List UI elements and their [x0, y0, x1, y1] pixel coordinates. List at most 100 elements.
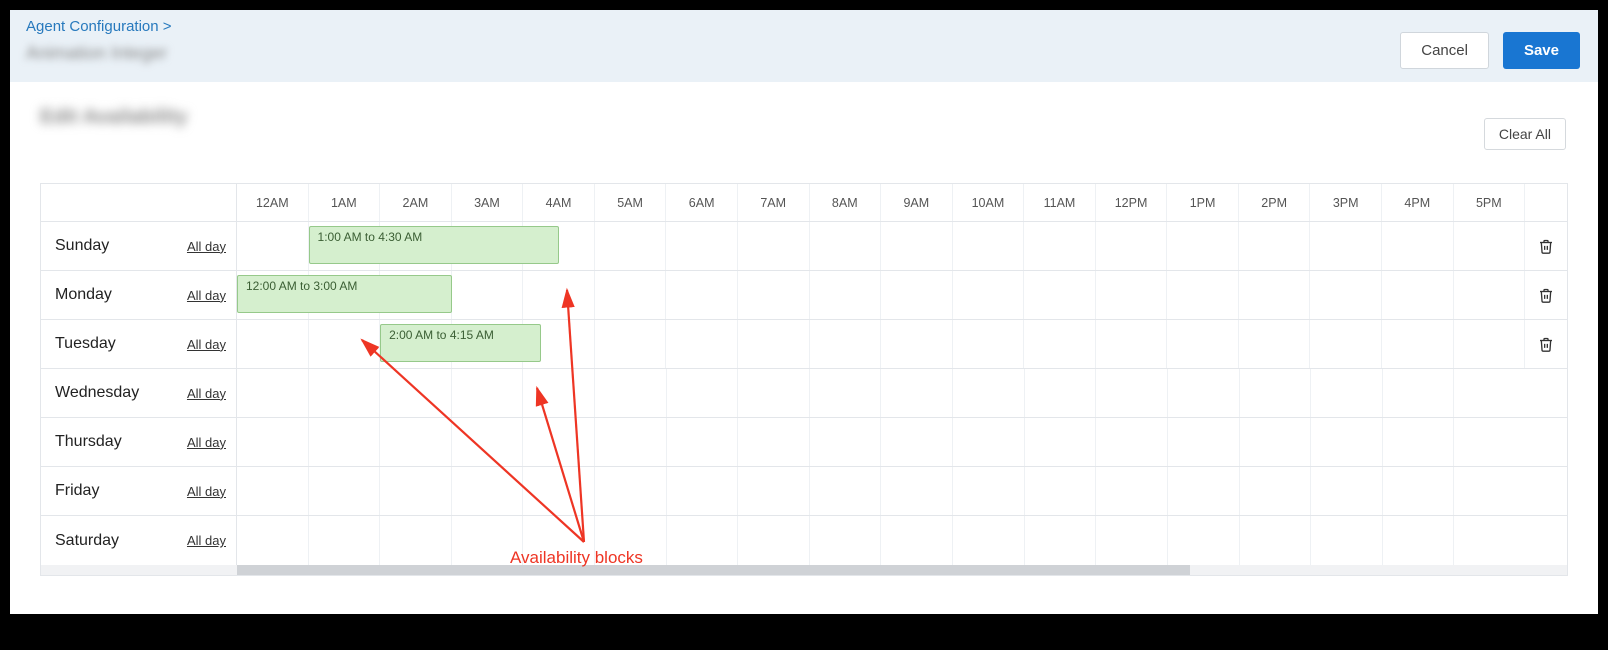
cancel-button[interactable]: Cancel: [1400, 32, 1489, 69]
hour-cell[interactable]: [523, 369, 595, 417]
clear-all-button[interactable]: Clear All: [1484, 118, 1566, 150]
hour-cell[interactable]: [1311, 418, 1383, 466]
hour-cell[interactable]: [953, 516, 1025, 565]
hour-cell[interactable]: [1168, 467, 1240, 515]
hour-cell[interactable]: [1382, 271, 1454, 319]
hour-cell[interactable]: [1168, 369, 1240, 417]
hour-cell[interactable]: [452, 467, 524, 515]
hour-cell[interactable]: [1383, 369, 1455, 417]
availability-block[interactable]: 1:00 AM to 4:30 AM: [309, 226, 559, 264]
hour-cell[interactable]: [1096, 320, 1168, 368]
hour-cell[interactable]: [309, 418, 381, 466]
hour-cell[interactable]: [810, 418, 882, 466]
hour-cell[interactable]: [1310, 271, 1382, 319]
hour-cell[interactable]: [1167, 222, 1239, 270]
hour-cell[interactable]: [953, 320, 1025, 368]
hour-cell[interactable]: [595, 320, 667, 368]
hour-cell[interactable]: [237, 516, 309, 565]
hour-cell[interactable]: [810, 516, 882, 565]
hour-cell[interactable]: [953, 222, 1025, 270]
hour-cell[interactable]: [1454, 516, 1525, 565]
hour-cells[interactable]: 1:00 AM to 4:30 AM: [237, 222, 1525, 270]
hour-cell[interactable]: [1239, 320, 1311, 368]
all-day-link[interactable]: All day: [187, 386, 226, 401]
hour-cell[interactable]: [595, 467, 667, 515]
hour-cells[interactable]: [237, 467, 1525, 515]
all-day-link[interactable]: All day: [187, 239, 226, 254]
hour-cell[interactable]: [738, 467, 810, 515]
hour-cell[interactable]: [881, 320, 953, 368]
hour-cell[interactable]: [237, 222, 309, 270]
hour-cell[interactable]: [380, 516, 452, 565]
hour-cell[interactable]: [667, 369, 739, 417]
hour-cell[interactable]: [380, 418, 452, 466]
hour-cell[interactable]: [881, 418, 953, 466]
hour-cell[interactable]: [452, 418, 524, 466]
hour-cell[interactable]: [1454, 467, 1525, 515]
hour-cell[interactable]: [1454, 320, 1526, 368]
hour-cell[interactable]: [810, 467, 882, 515]
hour-cell[interactable]: [810, 222, 882, 270]
hour-cell[interactable]: [953, 271, 1025, 319]
hour-cell[interactable]: [881, 467, 953, 515]
hour-cell[interactable]: [738, 271, 810, 319]
hour-cell[interactable]: [953, 467, 1025, 515]
hour-cell[interactable]: [1025, 369, 1097, 417]
hour-cell[interactable]: [237, 369, 309, 417]
hour-cell[interactable]: [1025, 516, 1097, 565]
hour-cell[interactable]: [1454, 271, 1526, 319]
all-day-link[interactable]: All day: [187, 435, 226, 450]
hour-cell[interactable]: [1096, 369, 1168, 417]
hour-cell[interactable]: [1024, 320, 1096, 368]
hour-cell[interactable]: [523, 418, 595, 466]
hour-cell[interactable]: [1167, 320, 1239, 368]
hour-cell[interactable]: [666, 271, 738, 319]
hour-cell[interactable]: [523, 467, 595, 515]
hour-cell[interactable]: [595, 222, 667, 270]
hour-cell[interactable]: [309, 320, 381, 368]
hour-cell[interactable]: [1310, 222, 1382, 270]
hour-cell[interactable]: [1454, 418, 1525, 466]
hour-cell[interactable]: [1311, 369, 1383, 417]
hour-cell[interactable]: [667, 467, 739, 515]
hour-cell[interactable]: [1096, 418, 1168, 466]
save-button[interactable]: Save: [1503, 32, 1580, 69]
hour-cell[interactable]: [738, 369, 810, 417]
hour-cell[interactable]: [1454, 222, 1526, 270]
hour-cell[interactable]: [1383, 516, 1455, 565]
hour-cell[interactable]: [810, 369, 882, 417]
hour-cell[interactable]: [309, 467, 381, 515]
hour-cell[interactable]: [452, 271, 524, 319]
hour-cell[interactable]: [452, 369, 524, 417]
hour-cell[interactable]: [1311, 516, 1383, 565]
hour-cell[interactable]: [595, 271, 667, 319]
hour-cell[interactable]: [881, 222, 953, 270]
hour-cell[interactable]: [1310, 320, 1382, 368]
hour-cell[interactable]: [1096, 516, 1168, 565]
hour-cell[interactable]: [881, 516, 953, 565]
hour-cells[interactable]: 2:00 AM to 4:15 AM: [237, 320, 1525, 368]
hour-cell[interactable]: [881, 271, 953, 319]
hour-cell[interactable]: [810, 271, 882, 319]
availability-block[interactable]: 12:00 AM to 3:00 AM: [237, 275, 452, 313]
trash-icon[interactable]: [1538, 336, 1554, 353]
hour-cell[interactable]: [1382, 222, 1454, 270]
hour-cell[interactable]: [1168, 516, 1240, 565]
hour-cell[interactable]: [1239, 222, 1311, 270]
hour-cell[interactable]: [1239, 271, 1311, 319]
hour-cell[interactable]: [1096, 222, 1168, 270]
hour-cell[interactable]: [667, 418, 739, 466]
hour-cell[interactable]: [1240, 467, 1312, 515]
hour-cell[interactable]: [237, 320, 309, 368]
hour-cell[interactable]: [309, 516, 381, 565]
hour-cell[interactable]: [738, 418, 810, 466]
horizontal-scrollbar[interactable]: [41, 565, 1567, 575]
hour-cell[interactable]: [1454, 369, 1525, 417]
hour-cell[interactable]: [738, 222, 810, 270]
hour-cell[interactable]: [1240, 369, 1312, 417]
hour-cell[interactable]: [1240, 516, 1312, 565]
hour-cell[interactable]: [667, 516, 739, 565]
hour-cell[interactable]: [1025, 467, 1097, 515]
all-day-link[interactable]: All day: [187, 337, 226, 352]
hour-cell[interactable]: [810, 320, 882, 368]
